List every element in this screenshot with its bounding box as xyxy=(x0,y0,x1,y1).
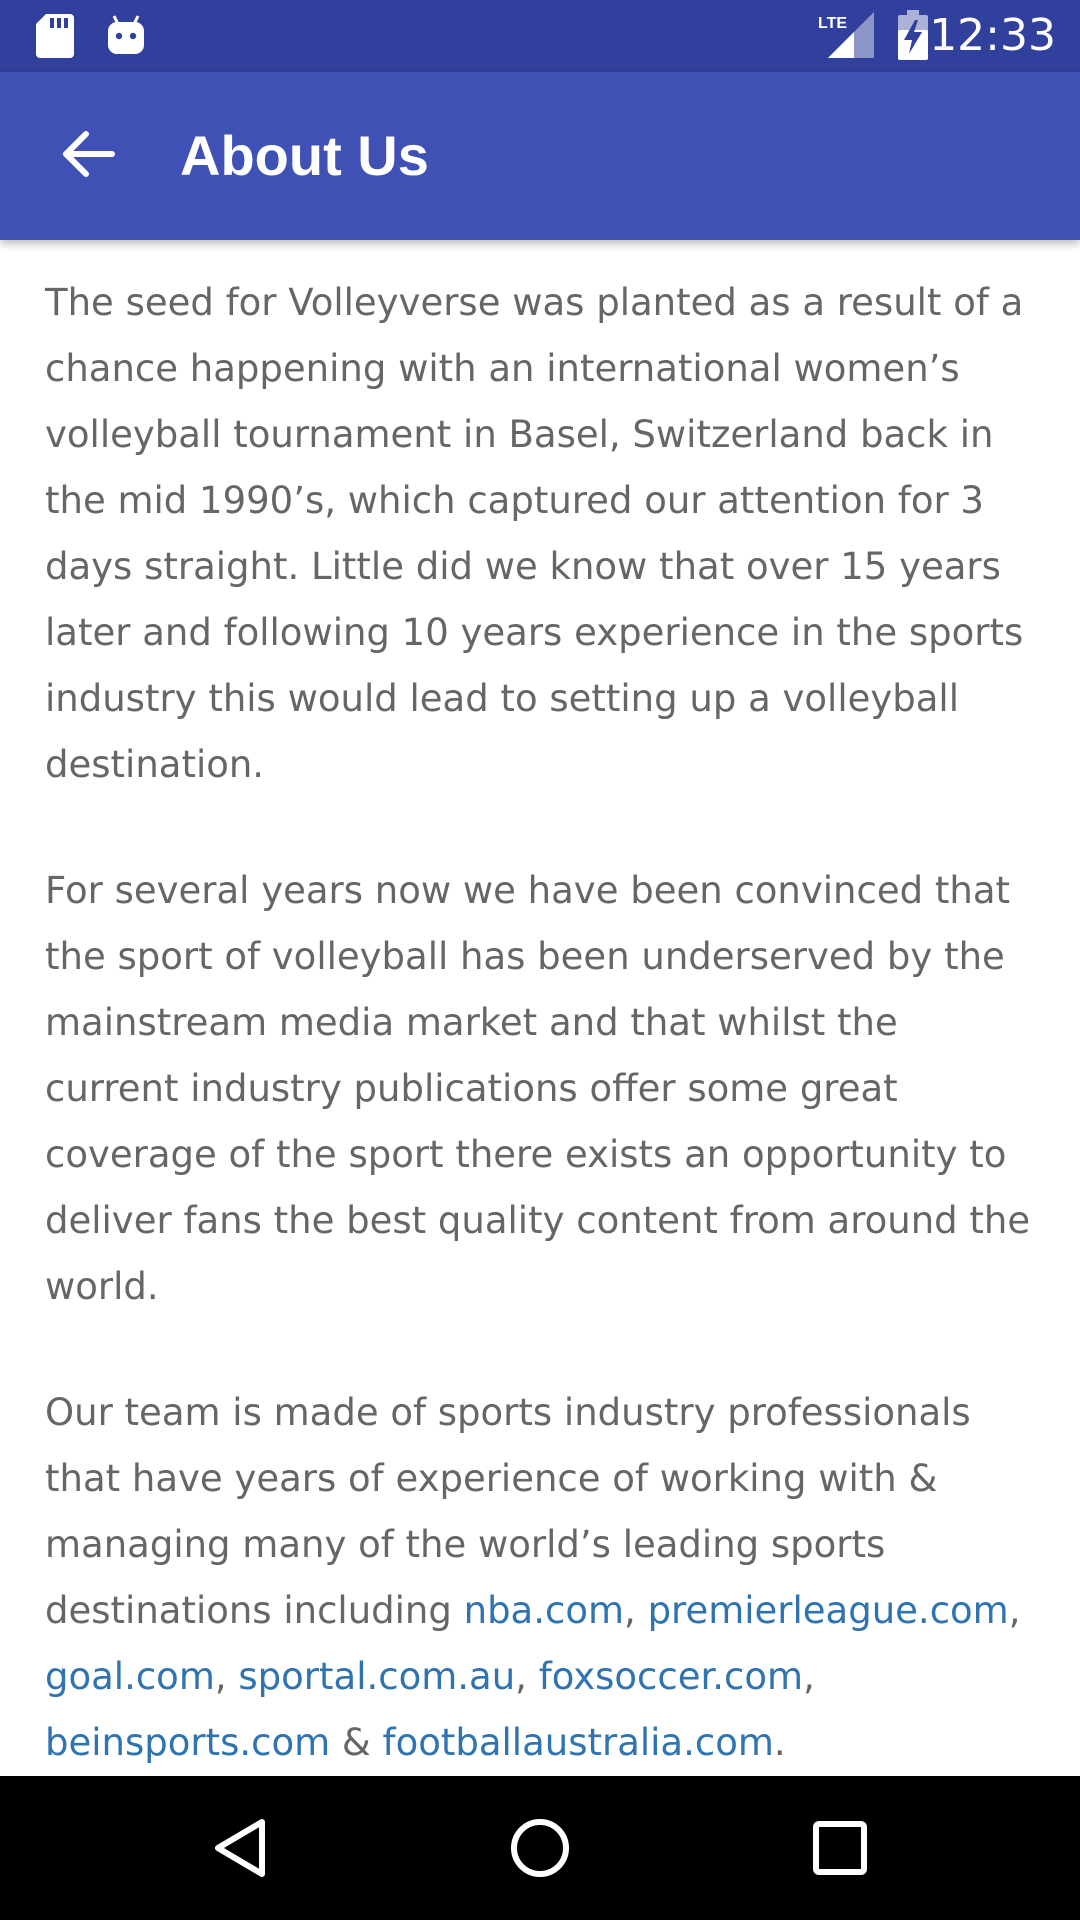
end-period: . xyxy=(773,1721,786,1764)
paragraph-team: Our team is made of sports industry prof… xyxy=(45,1380,1035,1776)
separator: , xyxy=(624,1589,648,1632)
separator: , xyxy=(214,1655,239,1698)
back-triangle-icon[interactable] xyxy=(204,1812,276,1884)
network-label: LTE xyxy=(818,15,847,32)
separator: , xyxy=(515,1655,539,1698)
status-bar: LTE 12:33 xyxy=(0,0,1080,72)
separator: & xyxy=(330,1721,383,1764)
android-debug-icon xyxy=(106,14,146,63)
link-premierleague[interactable]: premierleague.com xyxy=(648,1589,1009,1632)
paragraph-origin: The seed for Volleyverse was planted as … xyxy=(45,281,1024,786)
about-content: The seed for Volleyverse was planted as … xyxy=(45,270,1035,1836)
link-sportal[interactable]: sportal.com.au xyxy=(238,1655,515,1698)
system-nav-bar xyxy=(0,1776,1080,1920)
paragraph-mission: For several years now we have been convi… xyxy=(45,869,1031,1308)
clock: 12:33 xyxy=(929,10,1056,61)
separator: , xyxy=(1008,1589,1021,1632)
back-button[interactable] xyxy=(44,112,132,200)
app-bar: About Us xyxy=(0,72,1080,240)
sd-card-icon xyxy=(36,14,74,63)
link-footballaustralia[interactable]: footballaustralia.com xyxy=(383,1721,774,1764)
signal-icon: LTE xyxy=(818,12,874,63)
page-title: About Us xyxy=(180,124,429,187)
arrow-back-icon xyxy=(60,130,116,183)
link-nba[interactable]: nba.com xyxy=(464,1589,624,1632)
separator: , xyxy=(803,1655,815,1698)
link-goal[interactable]: goal.com xyxy=(45,1655,215,1698)
recents-square-icon[interactable] xyxy=(804,1812,876,1884)
link-foxsoccer[interactable]: foxsoccer.com xyxy=(539,1655,803,1698)
home-circle-icon[interactable] xyxy=(504,1812,576,1884)
link-beinsports[interactable]: beinsports.com xyxy=(45,1721,330,1764)
battery-charging-icon xyxy=(898,10,928,65)
